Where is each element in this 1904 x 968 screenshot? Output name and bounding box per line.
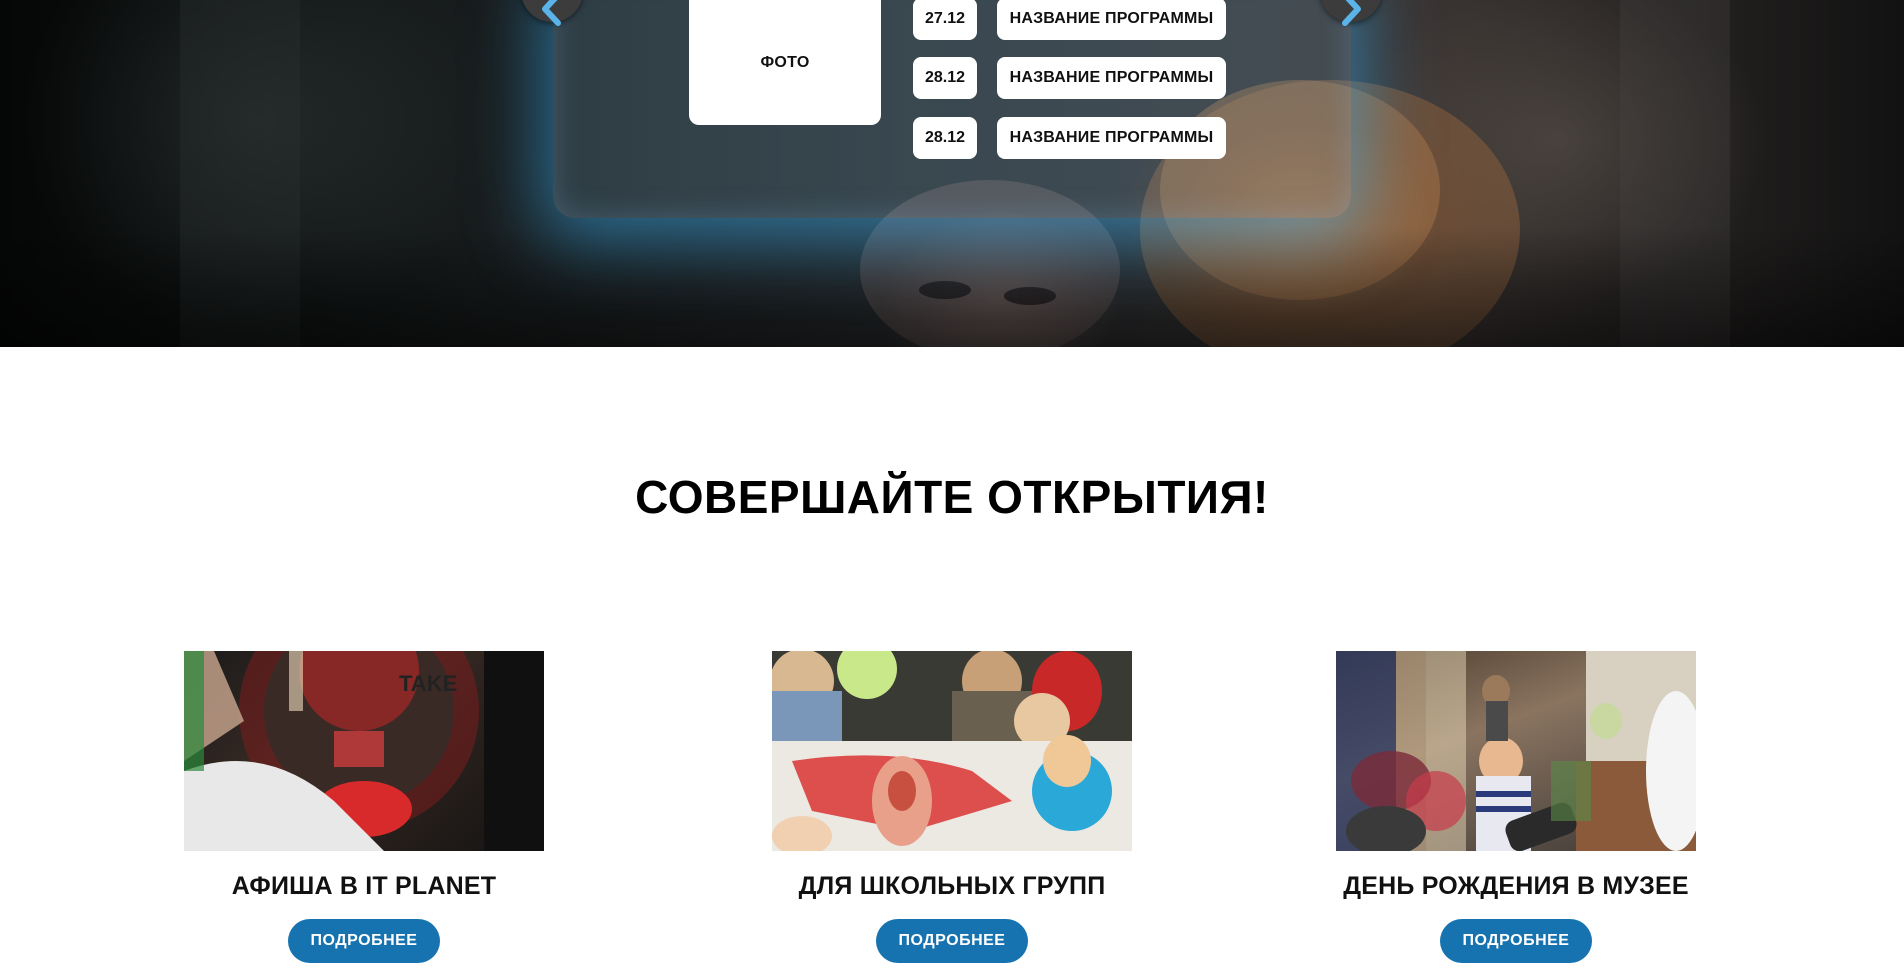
card-photo — [1336, 651, 1696, 851]
hero-banner: ФОТО 27.12 НАЗВАНИЕ ПРОГРАММЫ 28.12 НАЗВ… — [0, 0, 1904, 347]
chevron-left-icon — [542, 0, 561, 26]
card-birthday: ДЕНЬ РОЖДЕНИЯ В МУЗЕЕ ПОДРОБНЕЕ — [1336, 651, 1696, 963]
photo-placeholder: ФОТО — [689, 0, 881, 125]
card-title: АФИША В IT PLANET — [231, 872, 497, 900]
card-title: ДЕНЬ РОЖДЕНИЯ В МУЗЕЕ — [1343, 872, 1689, 900]
section-title: СОВЕРШАЙТЕ ОТКРЫТИЯ! — [635, 471, 1269, 523]
svg-text:TAKE: TAKE — [399, 671, 457, 696]
card-image[interactable] — [1336, 651, 1696, 851]
schedule-program[interactable]: НАЗВАНИЕ ПРОГРАММЫ — [997, 0, 1226, 40]
card-image[interactable] — [772, 651, 1132, 851]
chevron-right-icon — [1342, 0, 1361, 26]
card-title: ДЛЯ ШКОЛЬНЫХ ГРУПП — [798, 872, 1106, 900]
photo-label: ФОТО — [760, 53, 810, 71]
schedule-date: 28.12 — [913, 117, 977, 159]
details-button[interactable]: ПОДРОБНЕЕ — [876, 919, 1028, 963]
card-afisha: TAKE АФИША В IT PLANET ПОДРОБНЕЕ — [184, 651, 544, 963]
card-photo: TAKE — [184, 651, 544, 851]
schedule-program[interactable]: НАЗВАНИЕ ПРОГРАММЫ — [997, 57, 1226, 99]
schedule-program[interactable]: НАЗВАНИЕ ПРОГРАММЫ — [997, 117, 1226, 159]
schedule-date: 27.12 — [913, 0, 977, 40]
card-photo — [772, 651, 1132, 851]
card-image[interactable]: TAKE — [184, 651, 544, 851]
hero-bottom-fade — [0, 227, 1904, 347]
schedule-date: 28.12 — [913, 57, 977, 99]
details-button[interactable]: ПОДРОБНЕЕ — [1440, 919, 1592, 963]
details-button[interactable]: ПОДРОБНЕЕ — [288, 919, 440, 963]
card-school-groups: ДЛЯ ШКОЛЬНЫХ ГРУПП ПОДРОБНЕЕ — [772, 651, 1132, 963]
